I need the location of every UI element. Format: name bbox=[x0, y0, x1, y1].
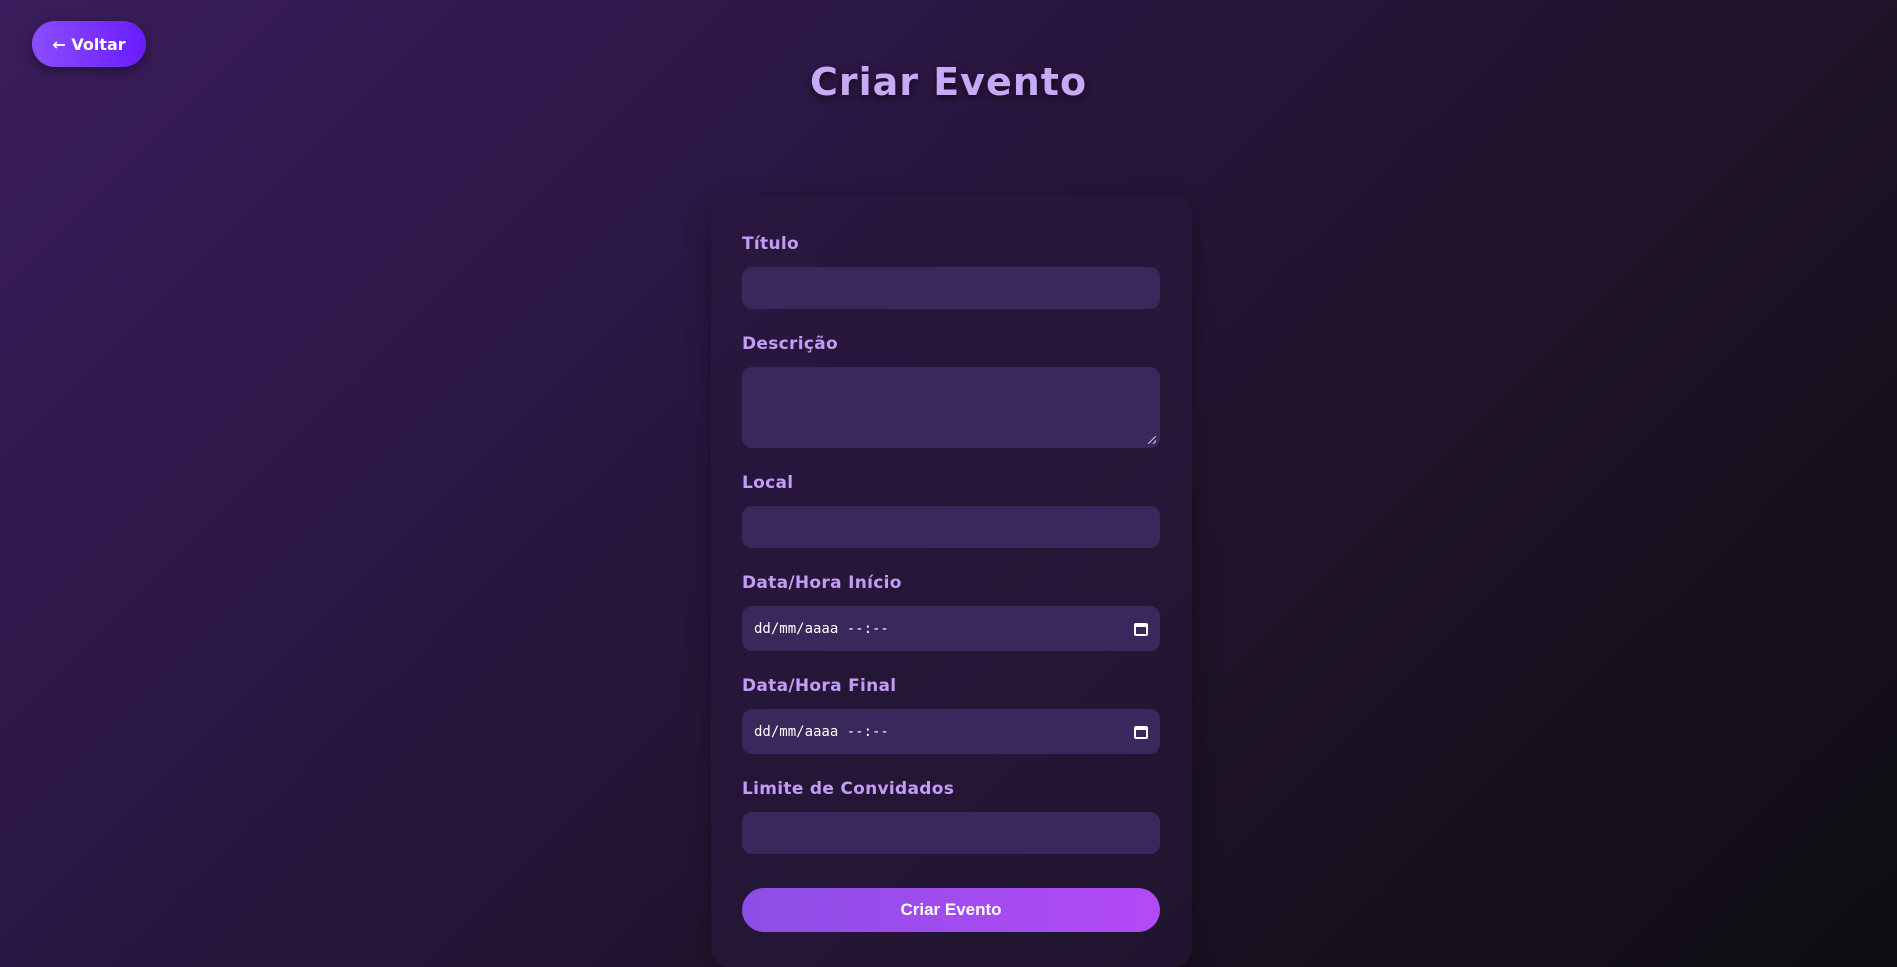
final-placeholder: dd/mm/aaaa --:-- bbox=[754, 723, 889, 740]
local-label: Local bbox=[742, 473, 794, 493]
page-title: Criar Evento bbox=[809, 60, 1088, 104]
final-datetime-input[interactable]: dd/mm/aaaa --:-- bbox=[742, 709, 1160, 754]
resize-grip-icon[interactable] bbox=[1148, 436, 1156, 444]
inicio-label: Data/Hora Início bbox=[742, 573, 902, 593]
descricao-textarea[interactable] bbox=[742, 367, 1160, 448]
local-input[interactable] bbox=[742, 506, 1160, 548]
limite-label: Limite de Convidados bbox=[742, 779, 955, 799]
event-form-card: Título Descrição Local Data/Hora Início … bbox=[711, 196, 1192, 967]
calendar-icon[interactable] bbox=[1134, 622, 1148, 636]
inicio-placeholder: dd/mm/aaaa --:-- bbox=[754, 620, 889, 637]
calendar-icon[interactable] bbox=[1134, 725, 1148, 739]
titulo-input[interactable] bbox=[742, 267, 1160, 309]
limite-convidados-input[interactable] bbox=[742, 812, 1160, 854]
titulo-label: Título bbox=[742, 234, 799, 254]
criar-evento-button[interactable]: Criar Evento bbox=[742, 888, 1160, 932]
descricao-label: Descrição bbox=[742, 334, 838, 354]
final-label: Data/Hora Final bbox=[742, 676, 897, 696]
inicio-datetime-input[interactable]: dd/mm/aaaa --:-- bbox=[742, 606, 1160, 651]
